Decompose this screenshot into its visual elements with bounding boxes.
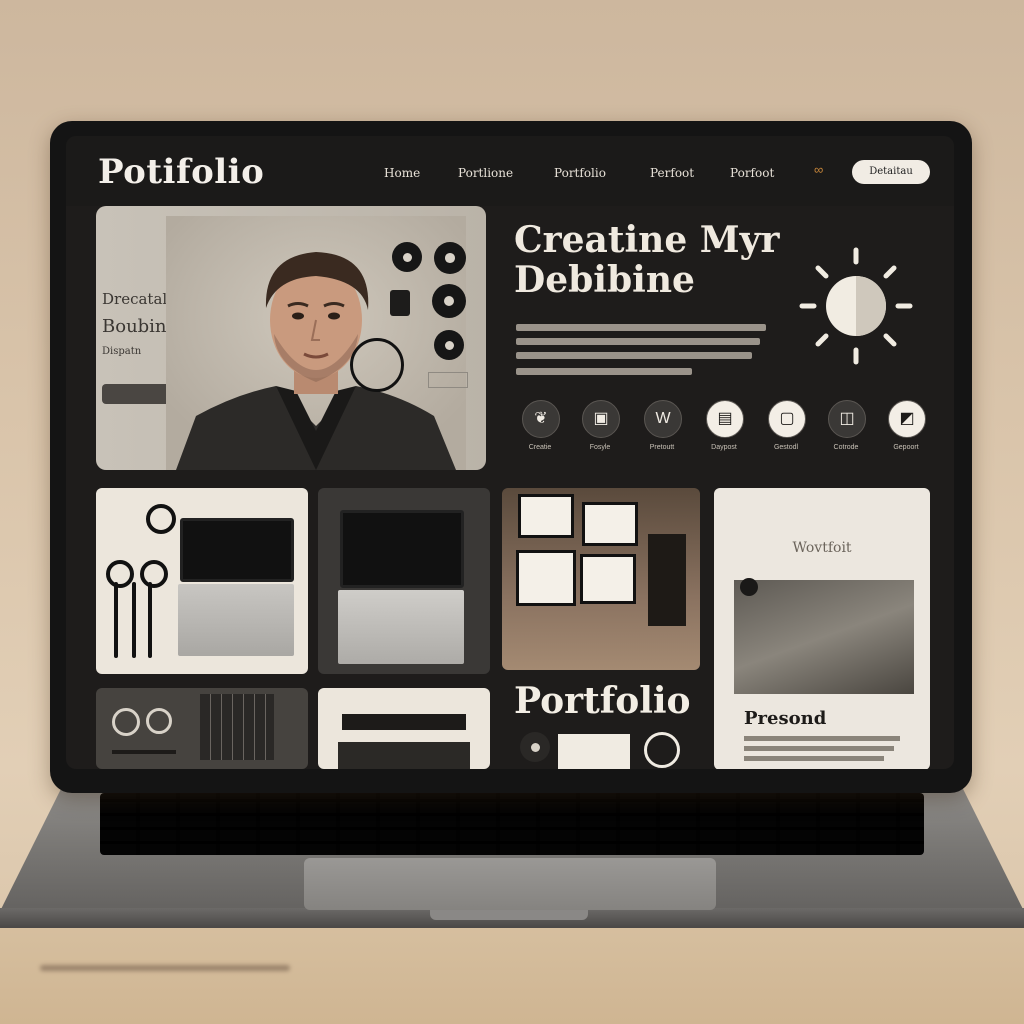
icon-label-pretoutt: Pretoutt xyxy=(649,444,675,451)
nav-link-portlione[interactable]: Portlione xyxy=(458,166,513,180)
grid-mat xyxy=(200,694,274,760)
body-text-line xyxy=(516,324,766,331)
doc-text-line xyxy=(744,746,894,751)
gallery-frame xyxy=(516,550,576,606)
icon-label-gestodl: Gestodl xyxy=(773,444,799,451)
round-control-3[interactable] xyxy=(432,284,466,318)
nav-link-porfoot[interactable]: Porfoot xyxy=(730,166,774,180)
gallery-frame xyxy=(518,494,574,538)
portfolio-heading: Portfolio xyxy=(514,680,691,722)
gallery-frame xyxy=(580,554,636,604)
sun-icon xyxy=(799,247,913,365)
icon-label-daypost: Daypost xyxy=(711,444,737,451)
code-icon[interactable]: ◫ xyxy=(828,400,866,438)
icon-label-cotrode: Cotrode xyxy=(833,444,859,451)
doc-text-line xyxy=(744,736,900,741)
doc-text-line xyxy=(744,756,884,761)
trackpad[interactable] xyxy=(304,858,716,910)
ring-icon xyxy=(350,338,404,392)
scissors-ring xyxy=(106,560,134,588)
scissors-ring xyxy=(140,560,168,588)
nav-cta-button[interactable]: Detaitau xyxy=(852,160,930,184)
round-control-4[interactable] xyxy=(434,330,464,360)
keyboard[interactable] xyxy=(100,793,924,855)
nav-bar: Potifolio Home Portlione Portfolio Perfo… xyxy=(66,136,954,206)
card-keyboard[interactable] xyxy=(318,688,490,769)
tool-handle xyxy=(132,582,136,658)
knob-icon xyxy=(112,708,140,736)
body-text-line xyxy=(516,368,692,375)
card-laptop[interactable] xyxy=(318,488,490,674)
round-control-2[interactable] xyxy=(434,242,466,274)
scissors-icon xyxy=(146,504,176,534)
mini-laptop-screen xyxy=(340,510,464,588)
doc-title: Wovtfoit xyxy=(792,540,852,556)
report-icon[interactable]: ◩ xyxy=(888,400,926,438)
body-text-line xyxy=(516,352,752,359)
doc-subtitle: Presond xyxy=(744,708,827,729)
link-icon[interactable]: ∞ xyxy=(814,163,830,176)
icon-label-gepoort: Gepoort xyxy=(893,444,919,451)
daypost-icon[interactable]: ▤ xyxy=(706,400,744,438)
hero-card: Drecatal Boubin Dispatn xyxy=(96,206,486,470)
grid-swatch xyxy=(428,372,468,388)
screen: Potifolio Home Portlione Portfolio Perfo… xyxy=(66,136,954,769)
hero-name-line-2: Boubin xyxy=(102,316,167,337)
site-logo[interactable]: Potifolio xyxy=(98,152,264,192)
hero-headline: Creatine Myr Debibine xyxy=(514,220,780,300)
mini-laptop-base xyxy=(338,590,464,664)
hero-name-line-3: Dispatn xyxy=(102,346,142,357)
gallery-frame xyxy=(582,502,638,546)
mini-laptop-base xyxy=(178,584,294,656)
icon-label-creatie: Creatie xyxy=(528,444,552,451)
card-gallery[interactable] xyxy=(502,488,700,670)
headline-line-2: Debibine xyxy=(514,259,695,301)
mini-screen xyxy=(338,742,470,769)
nav-link-home[interactable]: Home xyxy=(384,166,420,180)
knob-icon xyxy=(146,708,172,734)
mini-keyboard xyxy=(342,714,466,730)
desk-surface xyxy=(0,925,1024,1024)
round-object xyxy=(520,732,550,762)
gesture-icon[interactable]: ▢ xyxy=(768,400,806,438)
product-icon[interactable]: W xyxy=(644,400,682,438)
desk-shadow xyxy=(40,965,290,971)
cup-icon xyxy=(644,732,680,768)
card-tools-bottom[interactable] xyxy=(96,688,308,769)
round-control-1[interactable] xyxy=(392,242,422,272)
tool-handle xyxy=(148,582,152,658)
card-tools-laptop[interactable] xyxy=(96,488,308,674)
plant-panel xyxy=(648,534,686,626)
tool-handle xyxy=(114,582,118,658)
card-document[interactable]: Wovtfoit Presond xyxy=(714,488,930,769)
tool-bar xyxy=(112,750,176,754)
doc-badge-icon xyxy=(740,578,758,596)
square-control[interactable] xyxy=(390,290,410,316)
card-preview xyxy=(558,734,630,769)
nav-link-perfoot[interactable]: Perfoot xyxy=(650,166,694,180)
nav-link-portfolio[interactable]: Portfolio xyxy=(554,166,606,180)
hero-name-line-1: Drecatal xyxy=(102,290,168,308)
icon-label-fosyle: Fosyle xyxy=(589,444,611,451)
doc-photo xyxy=(734,580,914,694)
mini-laptop-screen xyxy=(180,518,294,582)
style-icon[interactable]: ▣ xyxy=(582,400,620,438)
headline-line-1: Creatine Myr xyxy=(514,219,780,261)
creative-icon[interactable]: ❦ xyxy=(522,400,560,438)
body-text-line xyxy=(516,338,760,345)
